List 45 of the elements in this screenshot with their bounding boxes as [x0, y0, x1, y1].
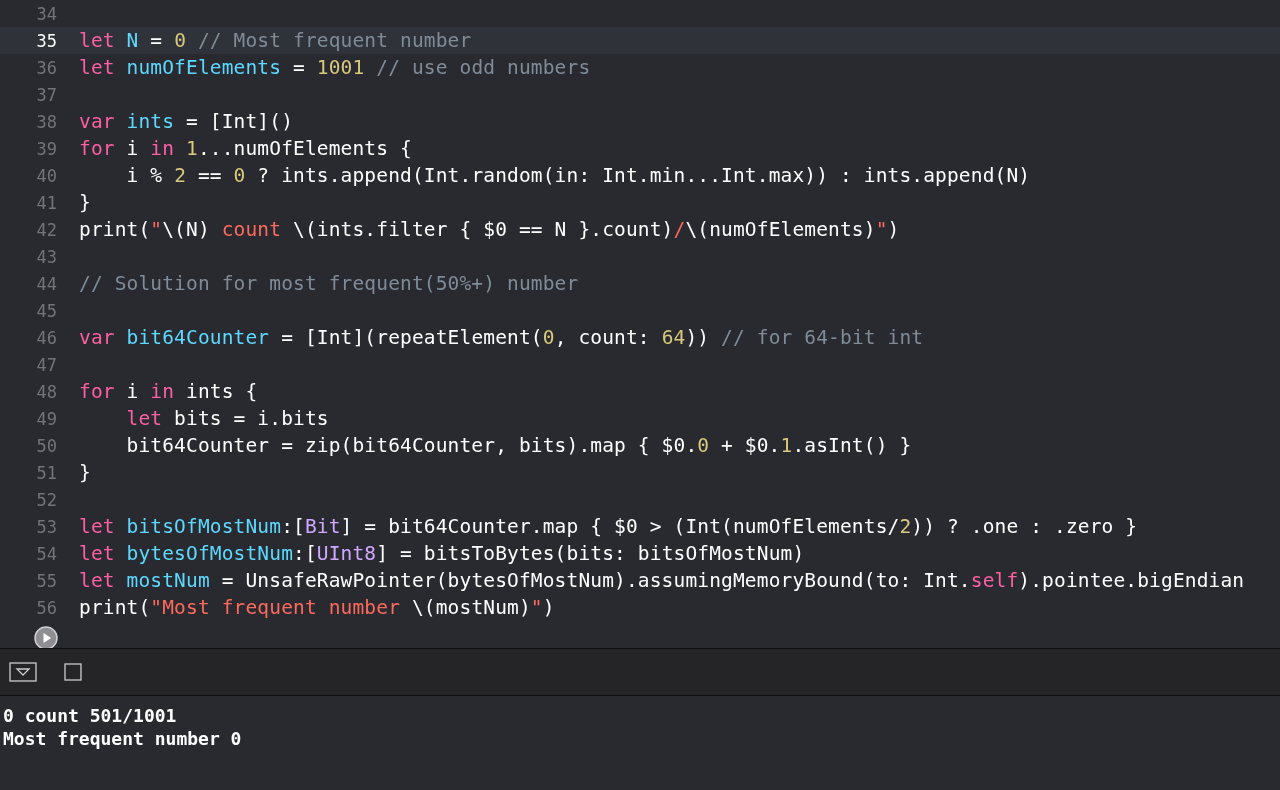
- code-line: }: [79, 461, 91, 484]
- play-icon[interactable]: [34, 626, 58, 648]
- code-line: print("Most frequent number \(mostNum)"): [79, 596, 555, 619]
- line-number: 42: [35, 219, 57, 240]
- line-number: 52: [35, 489, 57, 510]
- code-line: // Solution for most frequent(50%+) number: [79, 272, 579, 295]
- square-button[interactable]: [64, 663, 82, 681]
- code-line: let bytesOfMostNum:[UInt8] = bitsToBytes(bits: bitsOfMostNum): [79, 542, 805, 565]
- console-output-line: 0 count 501/1001: [3, 704, 177, 727]
- line-number: 38: [35, 111, 57, 132]
- code-line: i % 2 == 0 ? ints.append(Int.random(in: Int.min...Int.max)) : ints.append(N): [125, 164, 1031, 187]
- line-number: 37: [35, 84, 57, 105]
- line-number: 47: [35, 354, 57, 375]
- line-number: 41: [35, 192, 57, 213]
- code-line: bit64Counter = zip(bit64Counter, bits).map { $0.0 + $0.1.asInt() }: [125, 434, 912, 457]
- line-number: 50: [35, 435, 57, 456]
- line-number: 53: [35, 516, 57, 537]
- line-number: 40: [35, 165, 57, 186]
- line-number: 36: [35, 57, 57, 78]
- line-number: 35: [35, 30, 57, 51]
- code-line: let N = 0 // Most frequent number: [79, 29, 472, 52]
- line-number: 44: [35, 273, 57, 294]
- line-number: 54: [35, 543, 57, 564]
- code-line: let bits = i.bits: [125, 407, 329, 430]
- line-number: 46: [35, 327, 57, 348]
- line-number: 34: [35, 3, 57, 24]
- line-number: 48: [35, 381, 57, 402]
- code-line: }: [79, 191, 91, 214]
- console-output-line: Most frequent number 0: [3, 727, 242, 750]
- code-line: let numOfElements = 1001 // use odd numbers: [79, 56, 591, 79]
- code-line: var ints = [Int](): [79, 110, 294, 133]
- code-line: let mostNum = UnsafeRawPointer(bytesOfMostNum).assumingMemoryBound(to: Int.self).pointee.bigEndian: [79, 569, 1245, 592]
- line-number: 49: [35, 408, 57, 429]
- line-number: 56: [35, 597, 57, 618]
- code-line: let bitsOfMostNum:[Bit] = bit64Counter.map { $0 > (Int(numOfElements/2)) ? .one : .zero }: [79, 515, 1138, 538]
- line-number: 45: [35, 300, 57, 321]
- line-number: 39: [35, 138, 57, 159]
- line-number: 51: [35, 462, 57, 483]
- code-line: for i in ints {: [79, 380, 258, 403]
- line-number: 43: [35, 246, 57, 267]
- line-number: 55: [35, 570, 57, 591]
- code-line: print("\(N) count \(ints.filter { $0 == N }.count)/\(numOfElements)"): [79, 218, 900, 241]
- code-line: for i in 1...numOfElements {: [79, 137, 412, 160]
- code-line: var bit64Counter = [Int](repeatElement(0, count: 64)) // for 64-bit int: [79, 326, 924, 349]
- hide-panel-button[interactable]: [9, 662, 37, 682]
